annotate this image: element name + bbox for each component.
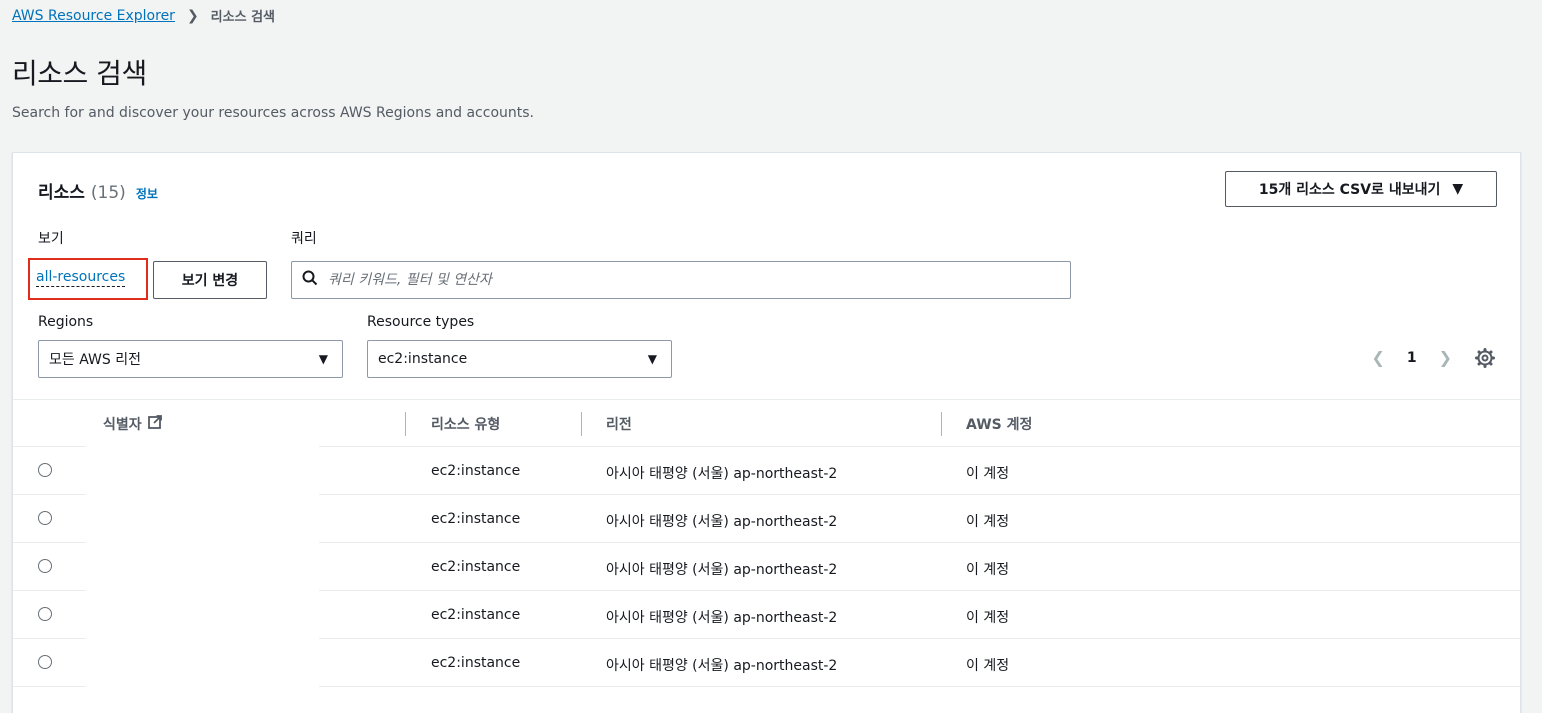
table-header: 식별자 리소스 유형 리전 AWS 계정 (13, 399, 1520, 447)
column-identifier-label: 식별자 (103, 417, 142, 433)
column-header-identifier[interactable]: 식별자 (103, 414, 162, 434)
resource-types-label: Resource types (367, 314, 475, 330)
table-row[interactable]: ec2:instance 아시아 태평양 (서울) ap-northeast-2… (13, 489, 1520, 549)
row-select-radio[interactable] (38, 559, 52, 573)
external-link-icon (147, 415, 162, 433)
resource-types-select-value: ec2:instance (378, 351, 468, 367)
breadcrumb-root-link[interactable]: AWS Resource Explorer (12, 8, 175, 24)
export-csv-button[interactable]: 15개 리소스 CSV로 내보내기 ▼ (1225, 171, 1497, 207)
column-divider[interactable] (581, 412, 582, 436)
pagination: ❮ 1 ❯ (1371, 348, 1452, 367)
type-cell: ec2:instance (431, 559, 521, 575)
query-input[interactable] (326, 271, 1030, 289)
column-header-type[interactable]: 리소스 유형 (431, 414, 500, 434)
column-divider[interactable] (405, 412, 406, 436)
page-title: 리소스 검색 (12, 57, 147, 90)
panel-header: 리소스 (15) 정보 (38, 178, 158, 203)
resource-types-select[interactable]: ec2:instance ▼ (367, 340, 672, 378)
region-cell: 아시아 태평양 (서울) ap-northeast-2 (606, 514, 838, 530)
resource-count: (15) (90, 183, 126, 203)
table-row[interactable]: ec2:instance 아시아 태평양 (서울) ap-northeast-2… (13, 441, 1520, 501)
account-cell: 이 계정 (966, 514, 1010, 530)
row-select-radio[interactable] (38, 511, 52, 525)
export-csv-label: 15개 리소스 CSV로 내보내기 (1258, 182, 1441, 198)
column-header-region[interactable]: 리전 (606, 414, 632, 434)
account-cell: 이 계정 (966, 562, 1010, 578)
regions-label: Regions (38, 314, 94, 330)
column-header-account[interactable]: AWS 계정 (966, 414, 1032, 434)
type-cell: ec2:instance (431, 511, 521, 527)
account-cell: 이 계정 (966, 610, 1010, 626)
gear-icon[interactable] (1475, 348, 1495, 368)
page-number[interactable]: 1 (1407, 350, 1417, 366)
region-cell: 아시아 태평양 (서울) ap-northeast-2 (606, 610, 838, 626)
regions-select-value: 모든 AWS 리전 (49, 352, 141, 368)
region-cell: 아시아 태평양 (서울) ap-northeast-2 (606, 466, 838, 482)
breadcrumb: AWS Resource Explorer ❯ 리소스 검색 (12, 6, 275, 26)
page-description: Search for and discover your resources a… (12, 105, 534, 121)
type-cell: ec2:instance (431, 463, 521, 479)
row-select-radio[interactable] (38, 655, 52, 669)
column-divider[interactable] (941, 412, 942, 436)
table-row[interactable]: ec2:instance 아시아 태평양 (서울) ap-northeast-2… (13, 537, 1520, 597)
caret-down-icon: ▼ (318, 352, 328, 366)
region-cell: 아시아 태평양 (서울) ap-northeast-2 (606, 658, 838, 674)
caret-down-icon: ▼ (1452, 181, 1464, 197)
account-cell: 이 계정 (966, 658, 1010, 674)
resources-panel: 리소스 (15) 정보 15개 리소스 CSV로 내보내기 ▼ 보기 쿼리 al… (12, 152, 1521, 713)
search-icon (302, 270, 318, 290)
row-select-radio[interactable] (38, 463, 52, 477)
regions-select[interactable]: 모든 AWS 리전 ▼ (38, 340, 343, 378)
table-row[interactable]: ec2:instance 아시아 태평양 (서울) ap-northeast-2… (13, 633, 1520, 693)
breadcrumb-current: 리소스 검색 (210, 10, 275, 25)
next-page-icon[interactable]: ❯ (1439, 348, 1452, 367)
table-row[interactable]: ec2:instance 아시아 태평양 (서울) ap-northeast-2… (13, 585, 1520, 645)
type-cell: ec2:instance (431, 655, 521, 671)
account-cell: 이 계정 (966, 466, 1010, 482)
type-cell: ec2:instance (431, 607, 521, 623)
view-label: 보기 (38, 231, 64, 247)
caret-down-icon: ▼ (647, 352, 657, 366)
chevron-right-icon: ❯ (186, 7, 199, 24)
info-link[interactable]: 정보 (136, 185, 158, 202)
view-name-link[interactable]: all-resources (36, 269, 126, 287)
previous-page-icon[interactable]: ❮ (1371, 348, 1384, 367)
query-label: 쿼리 (291, 231, 317, 247)
row-select-radio[interactable] (38, 607, 52, 621)
region-cell: 아시아 태평양 (서울) ap-northeast-2 (606, 562, 838, 578)
change-view-button[interactable]: 보기 변경 (153, 261, 267, 299)
identifier-cell (86, 633, 319, 693)
panel-title: 리소스 (38, 183, 85, 203)
query-search-box (291, 261, 1071, 299)
